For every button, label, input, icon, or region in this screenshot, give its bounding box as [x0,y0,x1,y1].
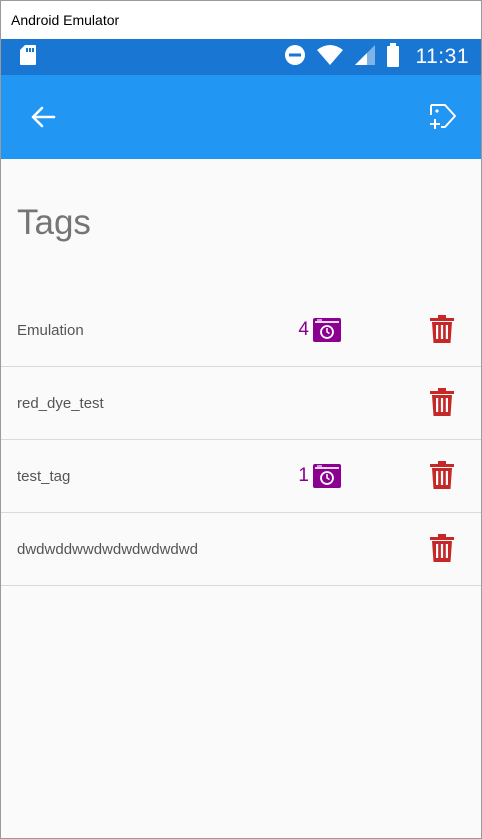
app-bar [1,75,481,159]
camera-icon [313,318,341,342]
tag-name: test_tag [17,467,71,485]
delete-button[interactable] [429,533,455,563]
back-button[interactable] [27,101,59,133]
list-item[interactable]: test_tag 1 [1,440,481,513]
emulator-window: Android Emulator 11:31 Tags Emulation 4 … [0,0,482,839]
count-value: 4 [298,319,309,340]
signal-icon [354,44,376,71]
window-titlebar: Android Emulator [1,1,481,39]
count-value: 1 [298,465,309,486]
window-title: Android Emulator [11,12,120,28]
tag-name: Emulation [17,321,84,339]
page-title: Tags [17,203,91,242]
content-area: Tags Emulation 4 red_dye_test test_tag 1… [1,159,481,838]
add-tag-button[interactable] [427,101,459,133]
list-item[interactable]: dwdwddwwdwdwdwdwdwd [1,513,481,586]
list-item[interactable]: Emulation 4 [1,294,481,367]
delete-button[interactable] [429,387,455,417]
tag-name: dwdwddwwdwdwdwdwdwd [17,540,198,558]
add-tag-icon [430,104,456,129]
tag-list: Emulation 4 red_dye_test test_tag 1 dwdw… [1,294,481,586]
delete-button[interactable] [429,460,455,490]
trash-icon [430,534,454,562]
arrow-back-icon [31,106,56,128]
tag-image-count[interactable]: 1 [298,464,341,488]
trash-icon [430,388,454,416]
sd-card-icon [19,44,37,71]
status-bar: 11:31 [1,39,481,75]
camera-icon [313,464,341,488]
battery-icon [386,42,400,72]
list-item[interactable]: red_dye_test [1,367,481,440]
wifi-icon [316,44,344,71]
trash-icon [430,315,454,343]
delete-button[interactable] [429,314,455,344]
trash-icon [430,461,454,489]
tag-name: red_dye_test [17,394,104,412]
status-icons: 11:31 [284,42,470,72]
do-not-disturb-icon [284,44,306,71]
tag-image-count[interactable]: 4 [298,318,341,342]
status-time: 11:31 [415,45,469,68]
